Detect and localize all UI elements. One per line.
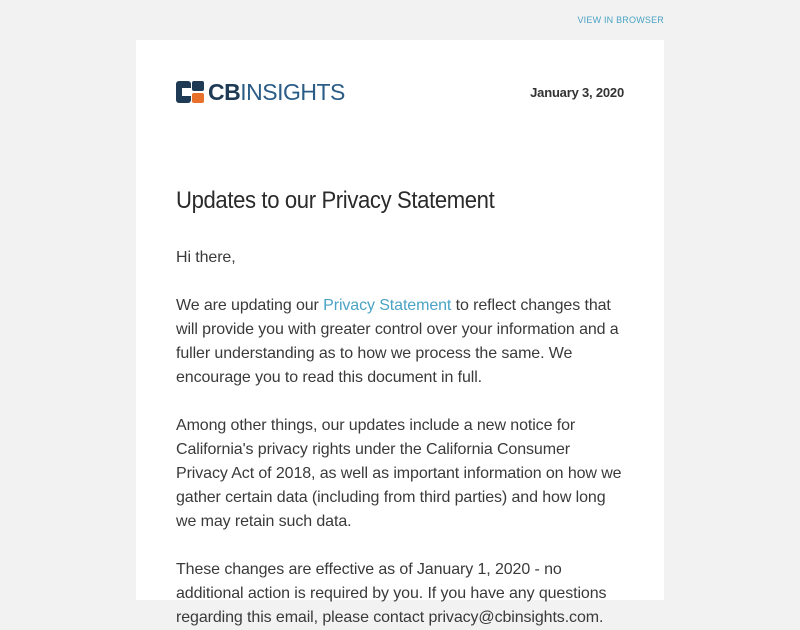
email-header: CBINSIGHTS January 3, 2020 bbox=[176, 79, 624, 105]
paragraph-effective-date: These changes are effective as of Januar… bbox=[176, 561, 607, 626]
cb-logo-mark-icon bbox=[176, 81, 204, 103]
email-title: Updates to our Privacy Statement bbox=[176, 187, 495, 214]
paragraph-update-details: Among other things, our updates include … bbox=[176, 417, 622, 530]
email-card: CBINSIGHTS January 3, 2020 Updates to ou… bbox=[136, 40, 664, 626]
privacy-statement-link[interactable]: Privacy Statement bbox=[323, 297, 451, 314]
logo-wordmark: CBINSIGHTS bbox=[208, 79, 345, 105]
greeting-text: Hi there, bbox=[176, 249, 236, 266]
logo-insights-text: INSIGHTS bbox=[240, 79, 345, 105]
view-in-browser-link[interactable]: VIEW IN BROWSER bbox=[577, 15, 664, 25]
paragraph-text: We are updating our bbox=[176, 297, 324, 314]
cb-insights-logo[interactable]: CBINSIGHTS bbox=[176, 79, 345, 105]
paragraph-update-intro: We are updating our Privacy Statement to… bbox=[176, 294, 624, 390]
email-date: January 3, 2020 bbox=[530, 84, 624, 100]
logo-cb-text: CB bbox=[208, 79, 241, 105]
